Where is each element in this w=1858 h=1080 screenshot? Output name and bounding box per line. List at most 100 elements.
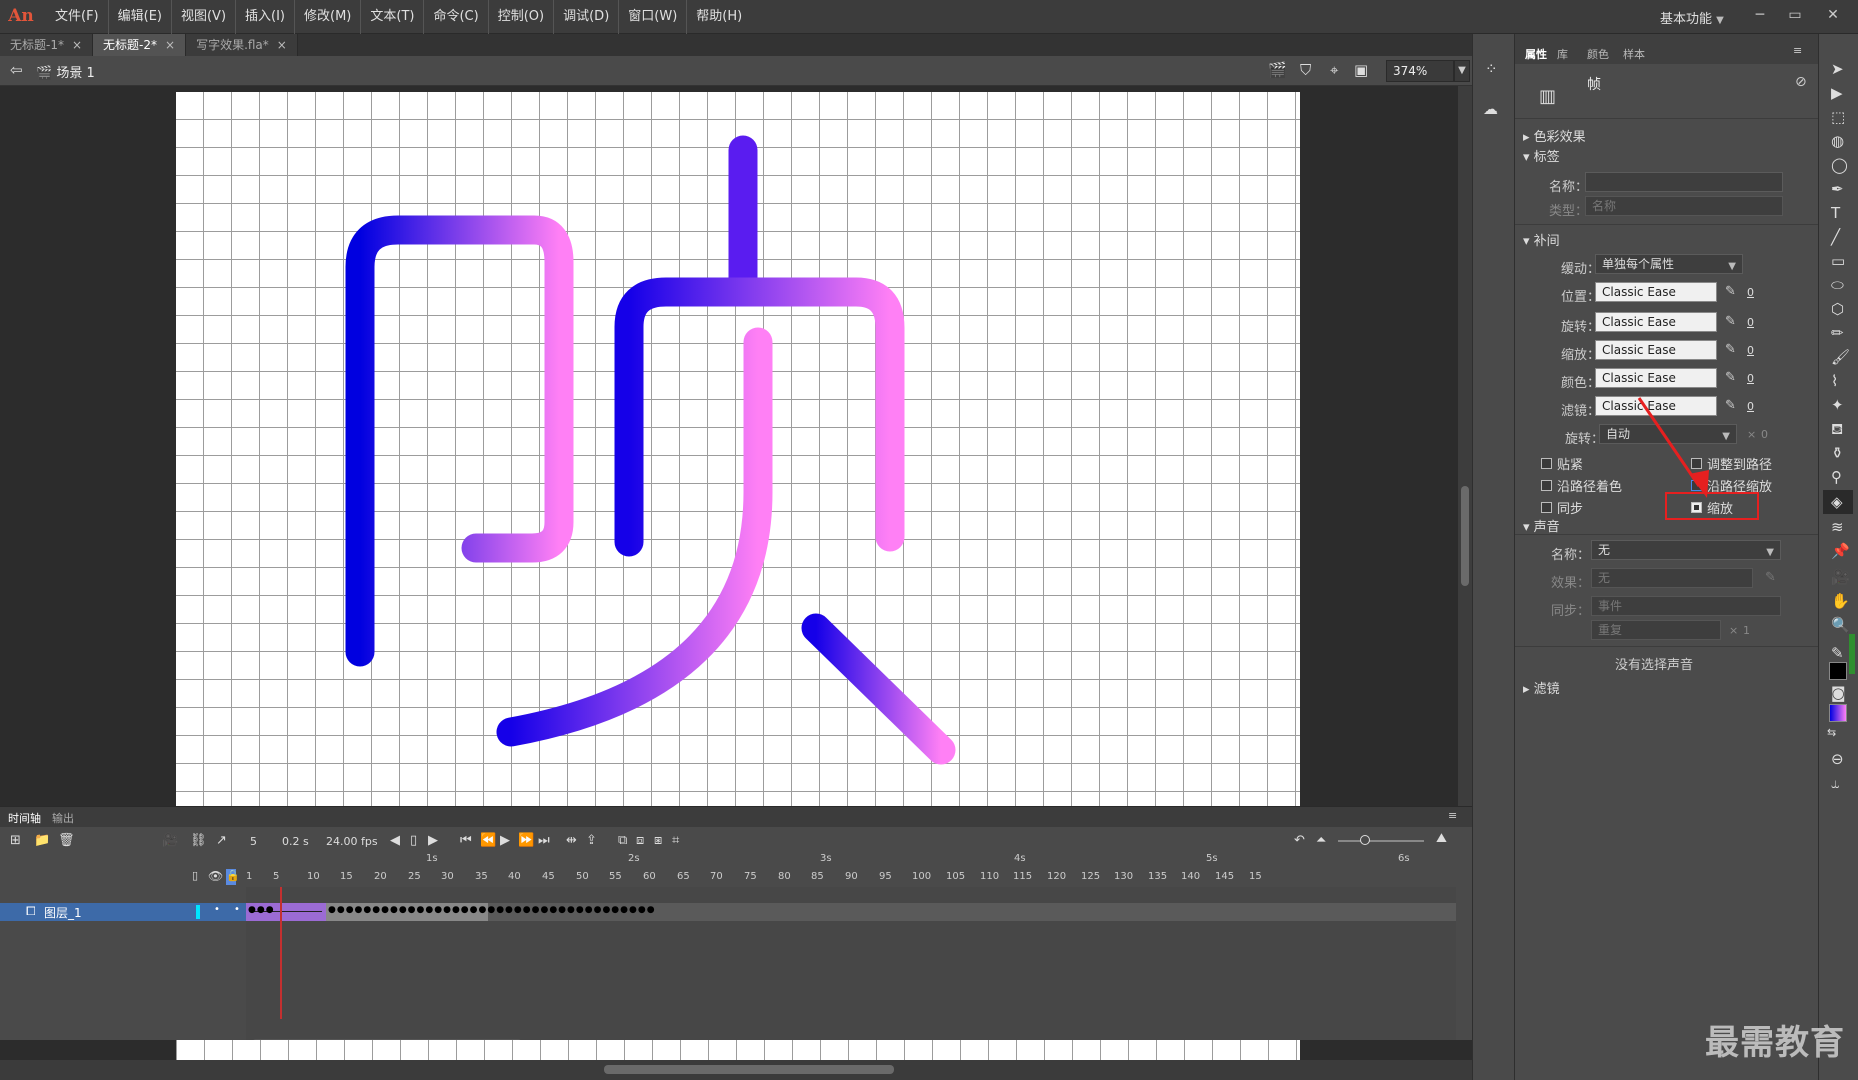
stroke-color-pen-icon[interactable]: ✎	[1831, 644, 1844, 662]
sound-name-select[interactable]: 无 ▼	[1591, 540, 1781, 560]
section-tween-header[interactable]: ▾ 补间	[1523, 230, 1560, 249]
lock-all-icon[interactable]: 🔒	[226, 869, 240, 882]
rectangle-tool-icon[interactable]: ▭	[1831, 252, 1845, 270]
tab-timeline[interactable]: 时间轴	[8, 810, 41, 826]
current-frame[interactable]: 5	[250, 835, 257, 848]
edit-ease-pen-icon[interactable]: ✎	[1725, 342, 1736, 357]
slider-thumb[interactable]	[1360, 835, 1370, 845]
zoom-input[interactable]: 374%	[1386, 60, 1454, 82]
graph-icon[interactable]: ↗	[216, 833, 227, 848]
expand-icon[interactable]: ⛰	[1436, 831, 1447, 846]
line-tool-icon[interactable]: ╱	[1831, 228, 1840, 246]
pencil-tool-icon[interactable]: ✏	[1831, 324, 1844, 342]
stage[interactable]	[176, 92, 1300, 806]
prev-keyframe-icon[interactable]: ◀	[390, 833, 400, 848]
scroll-thumb[interactable]	[604, 1065, 894, 1074]
smooth-icon[interactable]: ⥿	[1831, 774, 1839, 792]
edit-multiple-icon[interactable]: ⧆	[654, 833, 662, 848]
frame-rate[interactable]: 24.00 fps	[326, 835, 378, 848]
panel-menu-icon[interactable]: ≡	[1448, 809, 1457, 822]
doc-tab-writing-effect[interactable]: 写字效果.fla* ×	[186, 34, 298, 56]
color-along-path-checkbox[interactable]	[1541, 480, 1552, 491]
ease-position-input[interactable]: Classic Ease	[1595, 282, 1717, 302]
menu-help[interactable]: 帮助(H)	[687, 0, 751, 34]
eraser-tool-selected[interactable]: ◈	[1823, 490, 1853, 514]
edit-ease-pen-icon[interactable]: ✎	[1725, 398, 1736, 413]
edit-ease-pen-icon[interactable]: ✎	[1725, 314, 1736, 329]
stage-vertical-scrollbar[interactable]	[1458, 86, 1472, 806]
frame-size-slider[interactable]	[1338, 835, 1424, 845]
layer-name[interactable]: 图层_1	[44, 904, 82, 921]
close-tab-icon[interactable]: ×	[165, 38, 175, 52]
edit-symbol-icon[interactable]: ⛉	[1300, 61, 1311, 79]
menu-text[interactable]: 文本(T)	[361, 0, 425, 34]
next-keyframe-icon[interactable]: ▶	[428, 833, 438, 848]
ease-select[interactable]: 单独每个属性 ▼	[1595, 254, 1743, 274]
paint-brush-tool-icon[interactable]: 🖌	[1831, 348, 1850, 366]
sync-checkbox[interactable]	[1541, 502, 1552, 513]
rotate-count-value[interactable]: 0	[1761, 428, 1768, 441]
lasso-tool-icon[interactable]: ◯	[1831, 156, 1848, 174]
help-icon[interactable]: ⊘	[1795, 74, 1807, 90]
menu-window[interactable]: 窗口(W)	[619, 0, 688, 34]
center-frame-icon[interactable]: ⇪	[586, 833, 597, 848]
scroll-thumb[interactable]	[1461, 486, 1469, 586]
polystar-tool-icon[interactable]: ⬡	[1831, 300, 1844, 318]
sound-sync-select[interactable]: 事件	[1591, 596, 1781, 616]
repeat-count-value[interactable]: 1	[1743, 624, 1750, 637]
zoom-dropdown-icon[interactable]: ▼	[1454, 60, 1470, 82]
fill-color-bucket-icon[interactable]: ◙	[1831, 684, 1846, 702]
brush-tool-icon[interactable]: ⌇	[1831, 372, 1838, 390]
edit-ease-pen-icon[interactable]: ✎	[1725, 284, 1736, 299]
sound-repeat-select[interactable]: 重复	[1591, 620, 1721, 640]
new-layer-icon[interactable]: ⊞	[10, 833, 21, 848]
eyedropper-tool-icon[interactable]: ⚲	[1831, 468, 1842, 486]
maximize-button[interactable]: ▭	[1780, 0, 1810, 34]
subselection-tool-icon[interactable]: ▶	[1831, 84, 1843, 102]
menu-commands[interactable]: 命令(C)	[424, 0, 489, 34]
menu-debug[interactable]: 调试(D)	[554, 0, 620, 34]
go-to-first-icon[interactable]: ⏮	[460, 833, 472, 848]
onion-outline-icon[interactable]: ⧈	[636, 833, 644, 848]
frame-ruler[interactable]: 1 5 10 15 20 25 30 35 40 45 50 55 60 65 70 75 80 85 90 95 10…	[246, 869, 1456, 887]
stage-horizontal-scrollbar[interactable]	[0, 1060, 1472, 1080]
show-all-eye-icon[interactable]: 👁	[208, 869, 223, 883]
scene-breadcrumb[interactable]: 🎬 场景 1	[36, 62, 95, 81]
camera-tool-icon[interactable]: 🎥	[1831, 568, 1850, 586]
section-color-effect[interactable]: ▸ 色彩效果	[1523, 126, 1586, 145]
zoom-tool-icon[interactable]: 🔍	[1831, 616, 1850, 634]
new-folder-icon[interactable]: 📁	[34, 833, 50, 848]
3d-rotation-tool-icon[interactable]: ◍	[1831, 132, 1844, 150]
tab-properties[interactable]: 属性	[1525, 46, 1547, 62]
doc-tab-untitled-1[interactable]: 无标题-1* ×	[0, 34, 94, 56]
elapsed-time[interactable]: 0.2 s	[282, 835, 309, 848]
section-label-header[interactable]: ▾ 标签	[1523, 146, 1560, 165]
workspace-switcher[interactable]: 基本功能 ▼	[1660, 8, 1724, 27]
stroke-color-swatch[interactable]	[1829, 662, 1847, 680]
menu-control[interactable]: 控制(O)	[489, 0, 555, 34]
tab-library[interactable]: 库	[1557, 46, 1568, 62]
selection-tool-icon[interactable]: ➤	[1831, 60, 1844, 78]
insert-keyframe-icon[interactable]: ▯	[410, 833, 417, 848]
pin-tool-icon[interactable]: 📌	[1831, 542, 1850, 560]
close-tab-icon[interactable]: ×	[277, 38, 287, 52]
ease-scale-value[interactable]: 0	[1747, 344, 1754, 357]
clip-stage-icon[interactable]: ▣	[1354, 61, 1368, 79]
label-type-select[interactable]: 名称	[1585, 196, 1783, 216]
ease-color-value[interactable]: 0	[1747, 372, 1754, 385]
modify-markers-icon[interactable]: ⌗	[672, 833, 679, 848]
paint-bucket-tool-icon[interactable]: ⛾	[1831, 420, 1843, 440]
close-tab-icon[interactable]: ×	[72, 38, 82, 52]
scale-checkbox[interactable]	[1691, 502, 1702, 513]
loop-icon[interactable]: ⇹	[566, 833, 577, 848]
ease-position-value[interactable]: 0	[1747, 286, 1754, 299]
ease-scale-input[interactable]: Classic Ease	[1595, 340, 1717, 360]
camera-icon[interactable]: 🎥	[162, 833, 178, 848]
swap-colors-icon[interactable]: ⇆	[1827, 726, 1836, 739]
bone-tool-icon[interactable]: ✦	[1831, 396, 1844, 414]
menu-view[interactable]: 视图(V)	[172, 0, 237, 34]
menu-edit[interactable]: 编辑(E)	[109, 0, 172, 34]
hand-tool-icon[interactable]: ✋	[1831, 592, 1850, 610]
ink-bottle-tool-icon[interactable]: ⚱	[1831, 444, 1844, 462]
oval-tool-icon[interactable]: ⬭	[1831, 276, 1844, 294]
